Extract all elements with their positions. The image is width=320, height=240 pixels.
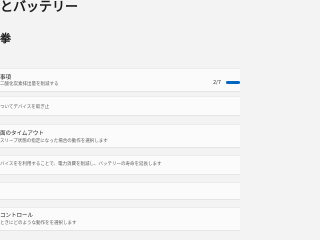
energy-recommendations-item[interactable]: 事項 二酸化炭素排出量を削減する [0, 68, 240, 92]
lid-power-controls-title: コントロール [0, 213, 34, 219]
screen-off-subtitle: ついてデバイスを取ぎ止 [0, 105, 50, 110]
screen-sleep-timeout-item[interactable]: 面のタイムアウト スリープ状態の指定になった場合の動作を選択します [0, 124, 240, 148]
blank-setting-item[interactable] [0, 182, 240, 200]
power-mode-subtitle: バイスをを利用することで、電力消費を削減し、バッテリーの寿命を延長します [0, 162, 162, 167]
power-mode-item[interactable]: バイスをを利用することで、電力消費を削減し、バッテリーの寿命を延長します [0, 155, 240, 175]
screen-off-item[interactable]: ついてデバイスを取ぎ止 [0, 96, 240, 116]
energy-recommendations-title: 事項 [0, 75, 12, 81]
screen-sleep-timeout-subtitle: スリープ状態の指定になった場合の動作を選択します [0, 139, 108, 144]
page-title: とバッテリー [0, 0, 79, 15]
lid-power-controls-subtitle: ときにどのような動作をを選択します [0, 221, 77, 226]
recommendations-count: 2/7 [213, 80, 222, 86]
power-battery-settings-page: とバッテリー 拳 事項 二酸化炭素排出量を削減する 2/7 ついてデバイスを取ぎ… [0, 0, 240, 240]
recommendations-progress-bar [226, 81, 240, 84]
screen-sleep-timeout-title: 面のタイムアウト [0, 131, 44, 137]
lid-power-controls-item[interactable]: コントロール ときにどのような動作をを選択します [0, 207, 240, 231]
energy-recommendations-subtitle: 二酸化炭素排出量を削減する [0, 82, 59, 87]
section-heading: 拳 [0, 32, 11, 45]
